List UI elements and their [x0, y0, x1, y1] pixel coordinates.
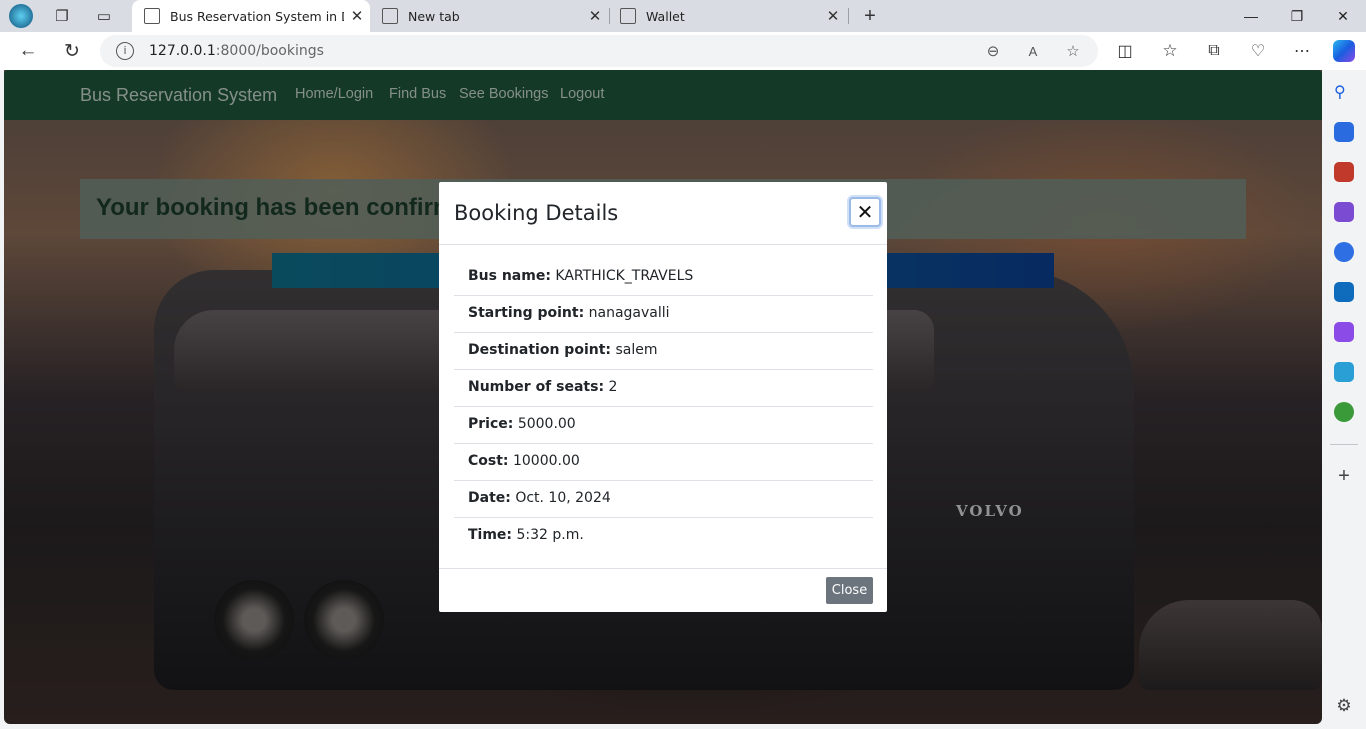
drop-icon[interactable] — [1334, 362, 1354, 382]
url-path: :8000/bookings — [215, 43, 324, 59]
detail-value: Oct. 10, 2024 — [515, 490, 611, 506]
tab-new-tab[interactable]: New tab ✕ — [370, 0, 608, 32]
detail-label: Cost: — [468, 453, 509, 469]
close-icon: ✕ — [856, 200, 874, 224]
detail-value: KARTHICK_TRAVELS — [555, 268, 694, 284]
shopping-tag-icon[interactable] — [1334, 122, 1354, 142]
read-aloud-icon[interactable]: A — [1022, 40, 1044, 62]
detail-value: 10000.00 — [512, 453, 580, 469]
favorites-icon[interactable]: ☆ — [1156, 37, 1184, 65]
new-tab-plus-icon[interactable]: + — [858, 4, 882, 28]
profile-avatar-icon[interactable] — [9, 4, 33, 28]
browser-essentials-icon[interactable]: ♡ — [1244, 37, 1272, 65]
wallet-icon — [620, 8, 636, 24]
detail-row-price: Price: 5000.00 — [454, 407, 873, 444]
workspaces-icon[interactable]: ❐ — [50, 4, 74, 28]
modal-footer: Close — [439, 568, 887, 612]
tab-divider — [848, 8, 849, 24]
close-button[interactable]: Close — [826, 577, 873, 604]
url-text[interactable]: 127.0.0.1:8000/bookings — [149, 43, 324, 59]
page-icon — [144, 8, 160, 24]
modal-title: Booking Details — [454, 201, 619, 225]
refresh-icon[interactable]: ↻ — [58, 37, 86, 65]
close-tab-icon[interactable]: ✕ — [582, 7, 608, 25]
detail-value: 5:32 p.m. — [516, 527, 584, 543]
detail-value: nanagavalli — [588, 305, 670, 321]
address-bar[interactable]: i 127.0.0.1:8000/bookings ⊖ A ☆ — [100, 35, 1098, 67]
detail-label: Starting point: — [468, 305, 585, 321]
site-info-icon[interactable]: i — [116, 42, 134, 60]
tab-wallet[interactable]: Wallet ✕ — [608, 0, 846, 32]
close-tab-icon[interactable]: ✕ — [344, 7, 370, 25]
close-window-icon[interactable]: ✕ — [1320, 0, 1366, 32]
detail-row-starting-point: Starting point: nanagavalli — [454, 296, 873, 333]
favorite-star-icon[interactable]: ☆ — [1062, 40, 1084, 62]
browser-tab-bar: ❐ ▭ Bus Reservation System in Djang ✕ Ne… — [0, 0, 1366, 32]
minimize-icon[interactable]: — — [1228, 0, 1274, 32]
detail-label: Time: — [468, 527, 513, 543]
detail-row-bus-name: Bus name: KARTHICK_TRAVELS — [454, 259, 873, 296]
detail-row-time: Time: 5:32 p.m. — [454, 518, 873, 555]
sidebar-divider — [1330, 444, 1358, 445]
back-icon[interactable]: ← — [14, 37, 42, 65]
url-host: 127.0.0.1 — [149, 43, 216, 59]
booking-details-list: Bus name: KARTHICK_TRAVELS Starting poin… — [454, 259, 873, 555]
modal-header: Booking Details ✕ — [439, 182, 887, 245]
address-toolbar: ← ↻ i 127.0.0.1:8000/bookings ⊖ A ☆ ◫ ☆ … — [0, 32, 1366, 70]
tools-icon[interactable] — [1334, 162, 1354, 182]
tab-title: Wallet — [646, 8, 685, 24]
new-tab-icon — [382, 8, 398, 24]
microsoft-365-icon[interactable] — [1334, 242, 1354, 262]
detail-row-seats: Number of seats: 2 — [454, 370, 873, 407]
designer-icon[interactable] — [1334, 322, 1354, 342]
detail-value: 5000.00 — [517, 416, 576, 432]
tab-actions-icon[interactable]: ▭ — [92, 4, 116, 28]
detail-label: Number of seats: — [468, 379, 605, 395]
add-sidebar-app-icon[interactable]: + — [1334, 466, 1354, 486]
tab-bus-reservation[interactable]: Bus Reservation System in Djang ✕ — [132, 0, 370, 32]
booking-details-modal: Booking Details ✕ Bus name: KARTHICK_TRA… — [439, 182, 887, 612]
restore-icon[interactable]: ❐ — [1274, 0, 1320, 32]
detail-row-destination: Destination point: salem — [454, 333, 873, 370]
games-icon[interactable] — [1334, 202, 1354, 222]
detail-label: Destination point: — [468, 342, 612, 358]
outlook-icon[interactable] — [1334, 282, 1354, 302]
split-screen-icon[interactable]: ◫ — [1111, 37, 1139, 65]
tab-title: Bus Reservation System in Djang — [170, 8, 344, 24]
tab-title: New tab — [408, 8, 460, 24]
tree-icon[interactable] — [1334, 402, 1354, 422]
settings-gear-icon[interactable]: ⚙ — [1334, 696, 1354, 716]
more-menu-icon[interactable]: ⋯ — [1288, 37, 1316, 65]
detail-value: 2 — [608, 379, 618, 395]
copilot-icon[interactable] — [1330, 37, 1358, 65]
detail-row-date: Date: Oct. 10, 2024 — [454, 481, 873, 518]
browser-sidebar: ⚲ + ⚙ — [1322, 70, 1366, 729]
detail-row-cost: Cost: 10000.00 — [454, 444, 873, 481]
detail-label: Bus name: — [468, 268, 551, 284]
modal-close-x-button[interactable]: ✕ — [849, 197, 881, 227]
zoom-out-icon[interactable]: ⊖ — [982, 40, 1004, 62]
search-icon[interactable]: ⚲ — [1334, 82, 1354, 102]
collections-icon[interactable]: ⧉ — [1200, 37, 1228, 65]
detail-label: Date: — [468, 490, 511, 506]
detail-value: salem — [615, 342, 658, 358]
detail-label: Price: — [468, 416, 514, 432]
close-tab-icon[interactable]: ✕ — [820, 7, 846, 25]
